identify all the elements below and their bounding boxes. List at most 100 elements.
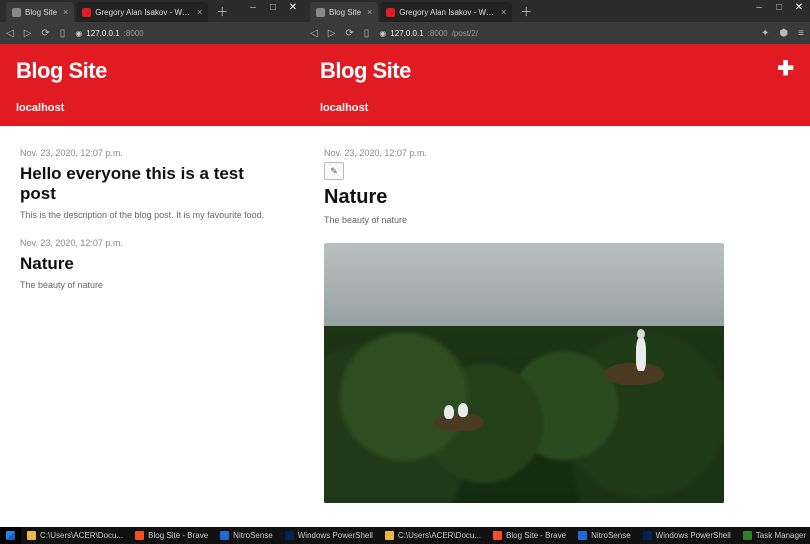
app-icon [220,531,229,540]
close-tab-icon[interactable]: × [63,8,68,17]
maximize-button[interactable]: □ [264,0,282,14]
site-header: Blog Site localhost [0,44,304,126]
post-image [324,243,724,503]
tab-label: Blog Site [25,8,57,17]
post-title[interactable]: Nature [20,254,284,274]
task-manager-icon [743,531,752,540]
post-detail: Nov. 23, 2020, 12:07 p.m. ✎ Nature The b… [304,126,810,517]
menu-icon[interactable]: ≡ [798,28,804,39]
brave-icon [135,531,144,540]
address-bar[interactable]: ◉ 127.0.0.1:8000/post/2/ [379,29,478,38]
reload-button[interactable]: ⟳ [345,28,353,39]
folder-icon [385,531,394,540]
browser-window-right: Blog Site × Gregory Alan Isakov - Words … [304,0,810,527]
reload-button[interactable]: ⟳ [41,28,49,39]
taskbar-item[interactable]: Windows PowerShell [279,527,379,544]
taskbar-label: NitroSense [233,531,273,540]
back-button[interactable]: ◁ [6,28,14,39]
tab-blog-site[interactable]: Blog Site × [310,2,378,22]
page-content: Blog Site localhost Nov. 23, 2020, 12:07… [0,44,304,527]
forward-button[interactable]: ▷ [24,28,32,39]
post-date: Nov. 23, 2020, 12:07 p.m. [324,148,790,158]
site-subtitle: localhost [16,102,288,114]
tab-youtube[interactable]: Gregory Alan Isakov - Words × [380,2,512,22]
minimize-button[interactable]: – [244,0,262,14]
tab-label: Blog Site [329,8,361,17]
taskbar-item[interactable]: Blog Site - Brave [487,527,572,544]
post-date: Nov. 23, 2020, 12:07 p.m. [20,148,284,158]
folder-icon [27,531,36,540]
maximize-button[interactable]: □ [770,0,788,14]
window-controls: – □ ✕ [244,0,302,14]
add-post-button[interactable]: ✚ [777,56,794,81]
url-host: 127.0.0.1 [86,29,119,38]
site-title[interactable]: Blog Site [320,58,794,84]
taskbar: C:\Users\ACER\Docu... Blog Site - Brave … [0,527,810,544]
close-tab-icon[interactable]: × [197,8,202,17]
taskbar-item[interactable]: C:\Users\ACER\Docu... [21,527,129,544]
taskbar-label: Task Manager [756,531,806,540]
post-title[interactable]: Hello everyone this is a test post [20,164,284,204]
bookmark-icon[interactable]: ▯ [60,28,66,39]
start-button[interactable] [0,527,21,544]
bookmark-icon[interactable]: ▯ [364,28,370,39]
tab-youtube[interactable]: Gregory Alan Isakov - Words × [76,2,208,22]
windows-icon [6,531,15,540]
tab-strip: Blog Site × Gregory Alan Isakov - Words … [0,0,304,22]
shield-icon[interactable]: ⬢ [779,28,788,39]
edit-post-button[interactable]: ✎ [324,162,344,180]
favicon-icon [82,8,91,17]
post-description: This is the description of the blog post… [20,210,284,220]
favicon-icon [12,8,21,17]
taskbar-item[interactable]: C:\Users\ACER\Docu... [379,527,487,544]
desktop: Blog Site × Gregory Alan Isakov - Words … [0,0,810,544]
close-window-button[interactable]: ✕ [284,0,302,14]
post-list: Nov. 23, 2020, 12:07 p.m. Hello everyone… [0,126,304,322]
back-button[interactable]: ◁ [310,28,318,39]
post-description: The beauty of nature [20,280,284,290]
browser-toolbar: ◁ ▷ ⟳ ▯ ◉ 127.0.0.1:8000/post/2/ ✦ ⬢ ≡ [304,22,810,44]
taskbar-item[interactable]: NitroSense [572,527,637,544]
taskbar-item[interactable]: NitroSense [214,527,279,544]
brave-icon [493,531,502,540]
site-info-icon[interactable]: ◉ [379,29,386,38]
site-info-icon[interactable]: ◉ [75,29,82,38]
address-bar[interactable]: ◉ 127.0.0.1 :8000 [75,29,147,38]
new-tab-button[interactable]: ＋ [514,3,538,20]
favicon-icon [386,8,395,17]
tab-strip: Blog Site × Gregory Alan Isakov - Words … [304,0,810,22]
pencil-icon: ✎ [330,166,338,177]
tab-blog-site[interactable]: Blog Site × [6,2,74,22]
taskbar-label: Blog Site - Brave [148,531,208,540]
close-tab-icon[interactable]: × [501,8,506,17]
taskbar-label: Windows PowerShell [656,531,731,540]
taskbar-label: C:\Users\ACER\Docu... [40,531,123,540]
taskbar-label: C:\Users\ACER\Docu... [398,531,481,540]
taskbar-label: Windows PowerShell [298,531,373,540]
site-subtitle: localhost [320,102,794,114]
window-controls: – □ ✕ [750,0,808,14]
post-date: Nov. 23, 2020, 12:07 p.m. [20,238,284,248]
close-tab-icon[interactable]: × [367,8,372,17]
extensions-icon[interactable]: ✦ [761,28,769,39]
favicon-icon [316,8,325,17]
tab-label: Gregory Alan Isakov - Words [95,8,191,17]
taskbar-item[interactable]: Blog Site - Brave [129,527,214,544]
taskbar-item[interactable]: Windows PowerShell [637,527,737,544]
browser-window-left: Blog Site × Gregory Alan Isakov - Words … [0,0,304,527]
minimize-button[interactable]: – [750,0,768,14]
powershell-icon [285,531,294,540]
post-description: The beauty of nature [324,215,790,225]
browser-toolbar: ◁ ▷ ⟳ ▯ ◉ 127.0.0.1 :8000 [0,22,304,44]
forward-button[interactable]: ▷ [328,28,336,39]
url-port: :8000 [124,29,144,38]
new-tab-button[interactable]: ＋ [210,3,234,20]
close-window-button[interactable]: ✕ [790,0,808,14]
site-title[interactable]: Blog Site [16,58,288,84]
site-header: Blog Site localhost ✚ [304,44,810,126]
taskbar-label: NitroSense [591,531,631,540]
tab-label: Gregory Alan Isakov - Words [399,8,495,17]
taskbar-item[interactable]: Task Manager [737,527,810,544]
post-title: Nature [324,186,790,209]
taskbar-label: Blog Site - Brave [506,531,566,540]
